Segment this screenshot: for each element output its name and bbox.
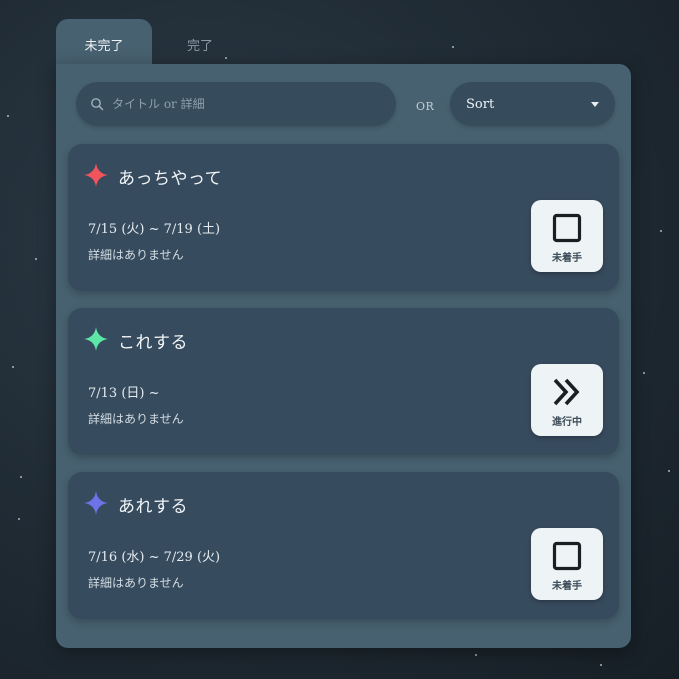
empty-square-icon [552, 541, 582, 571]
task-card[interactable]: これする 7/13 (日) ~ 詳細はありません 進行中 [68, 308, 619, 455]
task-panel: OR Sort あっちやって 7/15 (火) ~ 7/19 (土) 詳細はあり… [56, 64, 631, 648]
task-date-range: 7/15 (火) ~ 7/19 (土) [88, 222, 221, 237]
tab-bar: 未完了 完了 [56, 19, 248, 65]
tab-complete[interactable]: 完了 [152, 19, 248, 65]
task-detail: 詳細はありません [88, 576, 184, 590]
task-card[interactable]: あれする 7/16 (水) ~ 7/29 (火) 詳細はありません 未着手 [68, 472, 619, 619]
task-detail: 詳細はありません [88, 248, 184, 262]
sparkle-star-icon [84, 327, 108, 351]
sparkle-star-icon [84, 163, 108, 187]
status-button-not-started[interactable]: 未着手 [531, 200, 603, 272]
status-label: 進行中 [552, 417, 582, 428]
task-title: あれする [118, 497, 188, 517]
search-box[interactable] [76, 82, 396, 126]
sort-dropdown[interactable]: Sort [450, 82, 615, 126]
task-detail: 詳細はありません [88, 412, 184, 426]
task-date-range: 7/16 (水) ~ 7/29 (火) [88, 550, 221, 565]
tab-incomplete[interactable]: 未完了 [56, 19, 152, 65]
search-input[interactable] [110, 96, 384, 112]
sort-label: Sort [466, 96, 495, 112]
empty-square-icon [552, 213, 582, 243]
task-date-range: 7/13 (日) ~ [88, 386, 160, 401]
double-chevron-right-icon [553, 378, 580, 406]
chevron-down-icon [591, 101, 599, 107]
sparkle-star-icon [84, 491, 108, 515]
status-button-in-progress[interactable]: 進行中 [531, 364, 603, 436]
task-title: これする [118, 333, 188, 353]
status-label: 未着手 [552, 581, 582, 592]
search-icon [91, 98, 104, 111]
task-card[interactable]: あっちやって 7/15 (火) ~ 7/19 (土) 詳細はありません 未着手 [68, 144, 619, 291]
or-label: OR [416, 100, 435, 113]
status-label: 未着手 [552, 253, 582, 264]
task-title: あっちやって [118, 169, 223, 189]
status-button-not-started[interactable]: 未着手 [531, 528, 603, 600]
